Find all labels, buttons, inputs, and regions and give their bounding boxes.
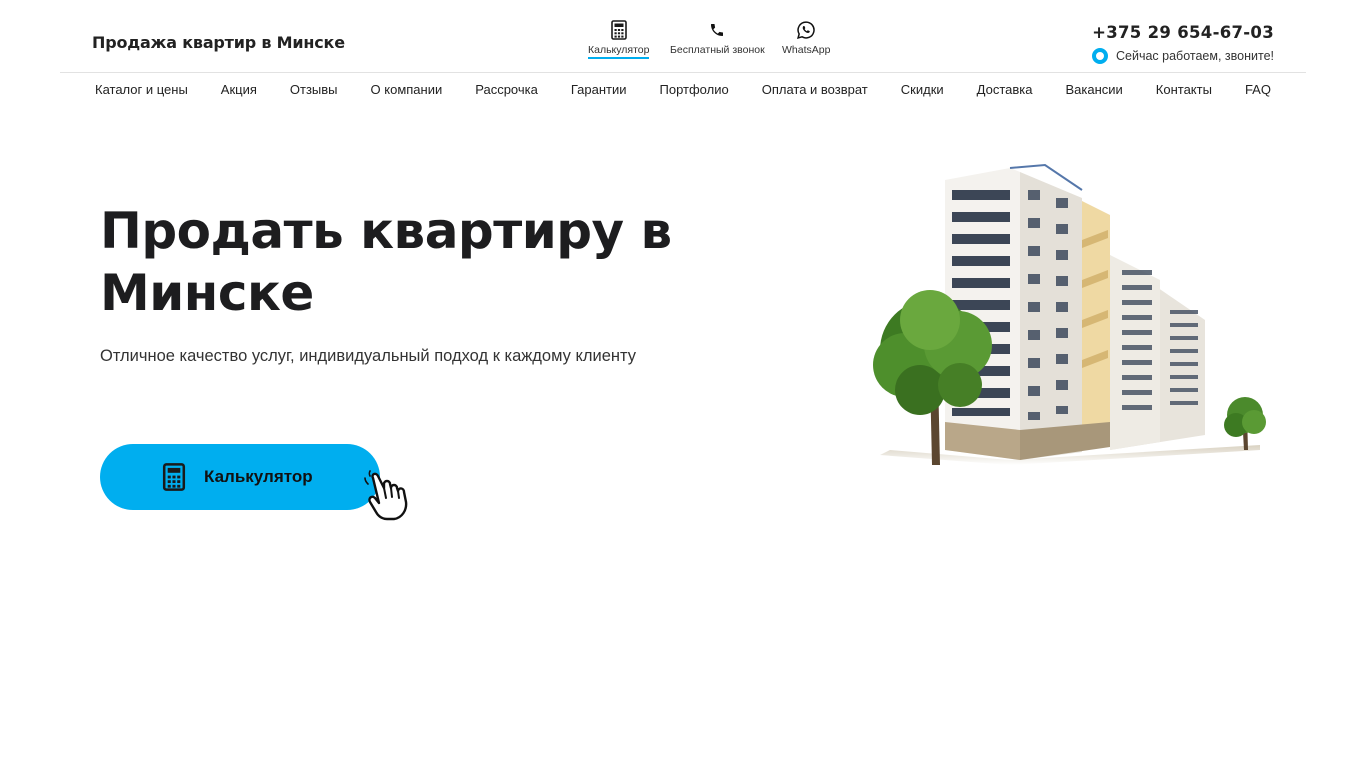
whatsapp-icon (794, 18, 818, 42)
status-indicator-icon (1092, 48, 1108, 64)
whatsapp-link[interactable]: WhatsApp (782, 18, 830, 56)
free-call-link[interactable]: Бесплатный звонок (670, 18, 765, 56)
site-logo[interactable]: Продажа квартир в Минске (92, 33, 345, 52)
nav-item-vacancies[interactable]: Вакансии (1065, 82, 1122, 97)
nav-item-reviews[interactable]: Отзывы (290, 82, 338, 97)
main-nav: Каталог и цены Акция Отзывы О компании Р… (95, 82, 1271, 97)
nav-item-contacts[interactable]: Контакты (1156, 82, 1212, 97)
nav-item-installment[interactable]: Рассрочка (475, 82, 538, 97)
hero-subtitle: Отличное качество услуг, индивидуальный … (100, 347, 636, 365)
hero-title: Продать квартиру в Минске (100, 202, 672, 322)
calculator-button-label: Калькулятор (204, 467, 313, 486)
nav-item-catalog[interactable]: Каталог и цены (95, 82, 188, 97)
nav-item-discounts[interactable]: Скидки (901, 82, 944, 97)
status-text: Сейчас работаем, звоните! (1116, 49, 1274, 63)
calculator-button[interactable]: Калькулятор (100, 444, 380, 510)
phone-icon (705, 18, 729, 42)
free-call-label: Бесплатный звонок (670, 44, 765, 56)
calculator-icon (607, 18, 631, 42)
nav-item-promo[interactable]: Акция (221, 82, 257, 97)
calculator-icon (162, 463, 186, 491)
working-status: Сейчас работаем, звоните! (1092, 48, 1274, 64)
whatsapp-label: WhatsApp (782, 44, 831, 56)
pointing-hand-icon (362, 470, 418, 522)
calculator-link-label: Калькулятор (588, 44, 650, 59)
nav-item-delivery[interactable]: Доставка (977, 82, 1033, 97)
nav-item-about[interactable]: О компании (371, 82, 443, 97)
nav-item-portfolio[interactable]: Портфолио (660, 82, 729, 97)
contact-block: +375 29 654-67-03 Сейчас работаем, звони… (1092, 23, 1274, 64)
nav-item-guarantees[interactable]: Гарантии (571, 82, 627, 97)
nav-item-faq[interactable]: FAQ (1245, 82, 1271, 97)
phone-number[interactable]: +375 29 654-67-03 (1092, 23, 1274, 42)
site-header: Продажа квартир в Минске Калькулятор Бес… (0, 0, 1366, 72)
calculator-link[interactable]: Калькулятор (588, 18, 650, 59)
header-divider (60, 72, 1306, 73)
nav-item-payment[interactable]: Оплата и возврат (762, 82, 868, 97)
apartment-building-illustration (860, 160, 1270, 470)
